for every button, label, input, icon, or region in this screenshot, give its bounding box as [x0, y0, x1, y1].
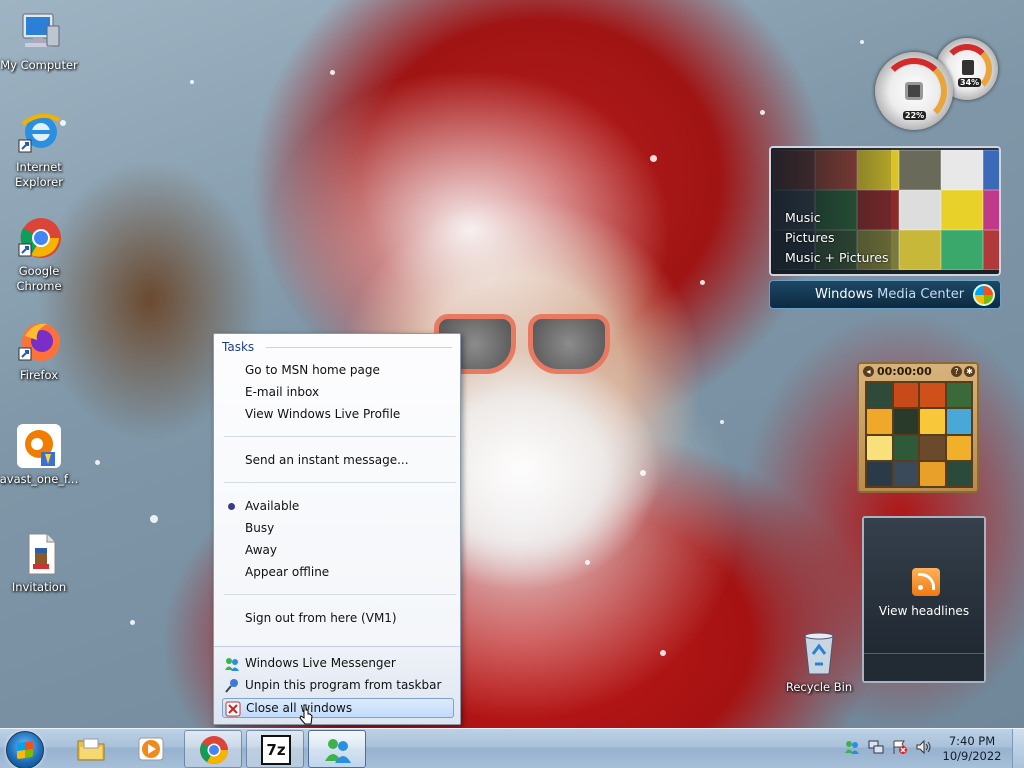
mouse-pointer-icon: [299, 704, 315, 726]
jump-item-view-profile[interactable]: View Windows Live Profile: [245, 407, 400, 421]
taskbar-button-explorer[interactable]: [62, 730, 120, 768]
show-desktop-button[interactable]: [1012, 729, 1024, 768]
picture-puzzle-gadget[interactable]: ◂ 00:00:00 ? ✱: [857, 362, 979, 493]
memory-chip-icon: [962, 60, 974, 75]
task-windows-live-messenger[interactable]: Windows Live Messenger: [222, 654, 454, 674]
recycle-bin-icon: [795, 630, 843, 678]
computer-icon: [15, 8, 63, 56]
header-divider: [266, 347, 452, 348]
desktop-icon-firefox[interactable]: Firefox: [0, 318, 80, 383]
puzzle-timer: 00:00:00: [877, 365, 932, 378]
taskbar-button-media-player[interactable]: [122, 730, 180, 768]
media-player-icon: [136, 734, 166, 764]
cpu-chip-icon: [905, 82, 923, 100]
desktop-icon-avast[interactable]: avast_one_f...: [0, 422, 80, 487]
messenger-jump-list[interactable]: Tasks Go to MSN home page E-mail inbox V…: [213, 333, 461, 725]
view-headlines-link[interactable]: View headlines: [864, 604, 984, 618]
jump-list-divider: [224, 594, 456, 595]
puzzle-help-button[interactable]: ?: [951, 366, 962, 377]
media-center-gadget[interactable]: Music Pictures Music + Pictures: [769, 146, 1001, 276]
cpu-percent: 22%: [903, 111, 927, 120]
puzzle-options-icon[interactable]: ✱: [964, 366, 975, 377]
folder-icon: [76, 734, 106, 764]
task-label: Windows Live Messenger: [245, 656, 396, 670]
desktop-icon-label: Google Chrome: [16, 264, 62, 293]
desktop-icon-internet-explorer[interactable]: Internet Explorer: [0, 110, 80, 190]
avast-icon: [15, 422, 63, 470]
messenger-icon: [323, 735, 353, 765]
taskbar-button-messenger[interactable]: [308, 730, 366, 768]
status-selected-bullet: [228, 503, 235, 510]
chrome-icon: [15, 214, 63, 262]
jump-list-header: Tasks: [222, 340, 255, 354]
start-button[interactable]: [6, 731, 44, 768]
taskbar-button-chrome[interactable]: [184, 730, 242, 768]
jump-list-divider: [224, 482, 456, 483]
task-unpin-program[interactable]: Unpin this program from taskbar: [222, 676, 454, 696]
media-center-menu-music-pictures[interactable]: Music + Pictures: [785, 250, 889, 265]
desktop-icon-label: Invitation: [11, 580, 67, 594]
jump-list-tasks-area: Windows Live Messenger Unpin this progra…: [214, 646, 460, 724]
windows-orb-icon: [973, 284, 995, 306]
taskbar-clock[interactable]: 7:40 PM 10/9/2022: [940, 734, 1004, 764]
jump-item-status-available[interactable]: Available: [245, 499, 299, 513]
tray-volume-icon[interactable]: [916, 739, 932, 755]
media-center-title: Windows Media Center: [815, 287, 965, 302]
taskbar-button-7zip[interactable]: 7z: [246, 730, 304, 768]
tray-network-icon[interactable]: [868, 739, 884, 755]
firefox-icon: [15, 318, 63, 366]
7zip-icon: 7z: [261, 735, 291, 765]
cpu-gauge: 22%: [875, 52, 953, 130]
desktop-icon-label: My Computer: [0, 58, 78, 72]
feed-headlines-gadget[interactable]: View headlines: [862, 516, 986, 683]
media-center-menu-pictures[interactable]: Pictures: [785, 230, 835, 245]
tray-action-center-icon[interactable]: [892, 739, 908, 755]
task-close-all-windows[interactable]: Close all windows: [222, 698, 454, 718]
clock-date: 10/9/2022: [942, 749, 1002, 763]
desktop-icon-invitation[interactable]: Invitation: [0, 530, 80, 595]
windows-logo-icon: [17, 740, 33, 760]
puzzle-menu-icon[interactable]: ◂: [863, 366, 874, 377]
jump-item-msn-home[interactable]: Go to MSN home page: [245, 363, 380, 377]
rss-icon: [912, 568, 940, 596]
taskbar: 7z 7:40 PM 10/9/2022: [0, 728, 1024, 768]
clock-time: 7:40 PM: [948, 734, 996, 748]
jump-item-sign-out[interactable]: Sign out from here (VM1): [245, 611, 397, 625]
tray-messenger-icon[interactable]: [844, 739, 860, 755]
chrome-icon: [199, 735, 229, 765]
desktop-icon-my-computer[interactable]: My Computer: [0, 8, 80, 73]
memory-percent: 34%: [958, 78, 982, 87]
jump-item-status-away[interactable]: Away: [245, 543, 277, 557]
jump-list-divider: [224, 436, 456, 437]
task-label: Unpin this program from taskbar: [245, 678, 442, 692]
media-center-launch-bar[interactable]: Windows Media Center: [769, 280, 1001, 309]
desktop-icon-google-chrome[interactable]: Google Chrome: [0, 214, 80, 294]
media-center-menu-music[interactable]: Music: [785, 210, 821, 225]
jump-item-status-busy[interactable]: Busy: [245, 521, 274, 535]
jump-item-status-offline[interactable]: Appear offline: [245, 565, 329, 579]
internet-explorer-icon: [15, 110, 63, 158]
jump-item-email-inbox[interactable]: E-mail inbox: [245, 385, 319, 399]
close-windows-icon: [225, 701, 241, 717]
document-icon: [15, 530, 63, 578]
feed-footer: [864, 653, 984, 681]
desktop-icon-label: Recycle Bin: [785, 680, 853, 694]
puzzle-grid[interactable]: [865, 381, 973, 488]
messenger-icon: [224, 656, 240, 672]
desktop-icon-label: avast_one_f...: [0, 472, 79, 486]
desktop-icon-recycle-bin[interactable]: Recycle Bin: [778, 630, 860, 695]
desktop-icon-label: Internet Explorer: [15, 160, 63, 189]
desktop-icon-label: Firefox: [19, 368, 59, 382]
jump-item-send-im[interactable]: Send an instant message...: [245, 453, 409, 467]
unpin-icon: [224, 678, 240, 694]
